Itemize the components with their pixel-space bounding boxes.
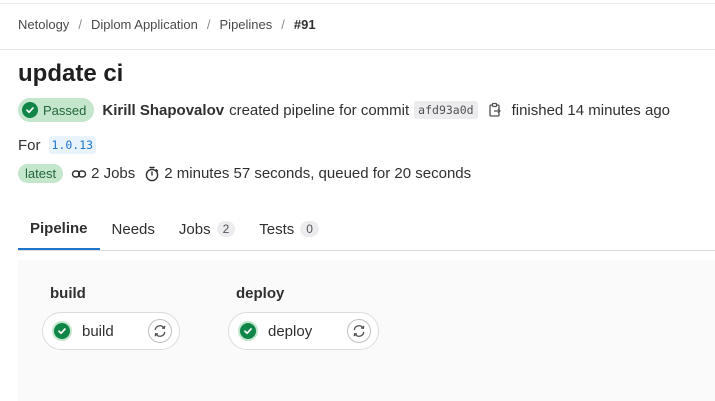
page-title: update ci [18,60,124,87]
check-circle-icon [22,102,38,118]
job-name: deploy [268,322,313,340]
tab-count-badge: 0 [300,221,319,237]
breadcrumb-item-pipelines[interactable]: Pipelines [220,17,273,32]
ref-link[interactable]: 1.0.13 [48,136,97,154]
author-link[interactable]: Kirill Shapovalov [102,102,224,119]
tab-label: Needs [111,220,155,238]
retry-icon [154,325,166,337]
pipeline-tabs: Pipeline Needs Jobs 2 Tests 0 [18,208,715,251]
breadcrumb-item-diplom-application[interactable]: Diplom Application [91,17,198,32]
tab-needs[interactable]: Needs [100,208,167,250]
tab-jobs[interactable]: Jobs 2 [167,208,247,250]
check-circle-icon [52,321,72,341]
retry-button[interactable] [148,319,172,343]
duration-text: 2 minutes 57 seconds, queued for 20 seco… [164,165,472,182]
stage-deploy: deploy deploy [228,285,379,350]
pipeline-info-row: latest 2 Jobs 2 minutes 57 seconds, queu… [18,164,471,183]
action-text: created pipeline for commit [229,101,410,119]
ref-row: For 1.0.13 [18,136,97,154]
tab-label: Tests [259,220,295,238]
breadcrumb-separator: / [78,17,82,32]
breadcrumb-item-netology[interactable]: Netology [18,17,69,32]
tab-pipeline[interactable]: Pipeline [18,208,100,250]
job-deploy[interactable]: deploy [228,312,379,350]
check-circle-icon [238,321,258,341]
stage-build: build build [42,285,180,350]
jobs-count: 2 Jobs [71,165,135,182]
retry-button[interactable] [347,319,371,343]
tab-label: Jobs [178,220,211,238]
pipeline-header-meta: Passed Kirill Shapovalov created pipelin… [18,98,670,122]
timer-icon [144,166,160,182]
pipeline-graph: build build deploy deploy [18,260,715,401]
breadcrumb: Netology / Diplom Application / Pipeline… [18,17,316,32]
duration: 2 minutes 57 seconds, queued for 20 seco… [144,165,471,182]
stage-title: deploy [236,285,285,302]
breadcrumb-separator: / [206,17,211,32]
tab-label: Pipeline [30,219,88,237]
breadcrumb-divider [0,49,715,50]
for-label: For [18,136,41,154]
link-icon [71,166,87,182]
breadcrumb-separator: / [281,17,285,32]
stage-title: build [50,285,86,302]
tab-count-badge: 2 [216,221,236,237]
breadcrumb-item-current[interactable]: #91 [294,17,316,32]
status-badge[interactable]: Passed [18,98,95,122]
finished-time: finished 14 minutes ago [511,101,670,119]
tab-tests[interactable]: Tests 0 [247,208,331,250]
retry-icon [353,325,365,337]
copy-to-clipboard-icon[interactable] [487,102,503,118]
status-label: Passed [43,102,87,118]
job-name: build [82,322,114,340]
jobs-count-text: 2 Jobs [91,165,136,182]
job-build[interactable]: build [42,312,180,350]
top-bar-edge [0,0,715,4]
latest-badge: latest [18,164,64,183]
commit-sha-link[interactable]: afd93a0d [414,101,478,119]
